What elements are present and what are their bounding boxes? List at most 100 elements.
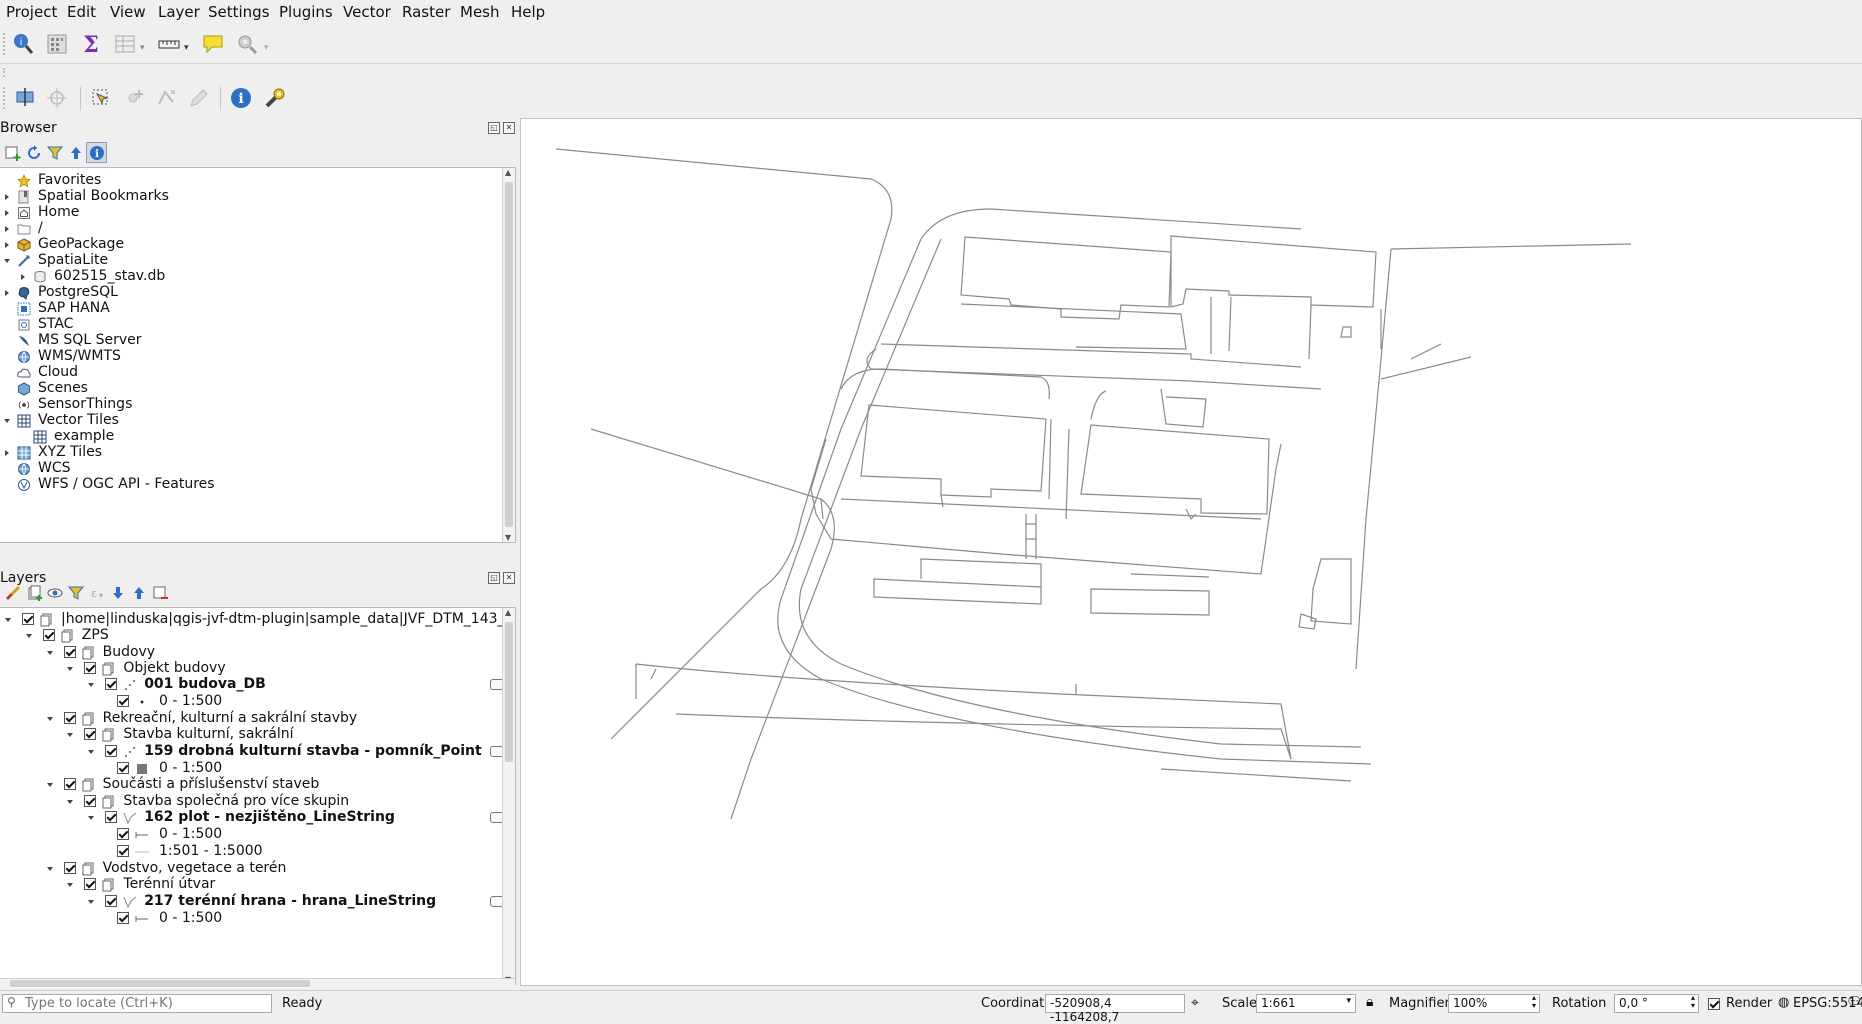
layer-tree-item[interactable]: 0 - 1:500 [0, 826, 500, 843]
menu-item-settings[interactable]: Settings [208, 3, 270, 21]
menu-item-vector[interactable]: Vector [343, 3, 391, 21]
open-attribute-table-button[interactable] [44, 31, 70, 57]
browser-item[interactable]: example [0, 428, 498, 445]
zoom-to-layer-button[interactable] [12, 85, 38, 111]
browser-item[interactable]: Favorites [0, 172, 498, 189]
modify-attributes-button[interactable] [186, 85, 212, 111]
browser-item[interactable]: STAC [0, 316, 498, 333]
layer-tree-item[interactable]: Stavba kulturní, sakrální [0, 726, 500, 743]
layer-visibility-checkbox[interactable] [63, 646, 76, 658]
manage-visibility-button[interactable] [44, 582, 65, 603]
rotation-spinbox[interactable]: 0,0 ° ▴ ▾ [1614, 994, 1699, 1013]
scrollbar-thumb[interactable] [505, 622, 513, 762]
browser-item[interactable]: Spatial Bookmarks [0, 188, 498, 205]
layer-visibility-checkbox[interactable] [63, 778, 76, 790]
expand-all-button[interactable] [107, 582, 128, 603]
chevron-right-icon[interactable] [2, 237, 12, 253]
layer-tree-item[interactable]: 0 - 1:500 [0, 693, 500, 710]
layer-visibility-checkbox[interactable] [105, 895, 118, 907]
chevron-down-icon[interactable] [86, 744, 96, 760]
add-group-button[interactable] [23, 582, 44, 603]
layer-tree-item[interactable]: Objekt budovy [0, 660, 500, 677]
collapse-all-button[interactable] [128, 582, 149, 603]
chevron-right-icon[interactable] [2, 189, 12, 205]
scroll-down-icon[interactable]: ▼ [505, 533, 511, 542]
browser-item[interactable]: WMS/WMTS [0, 348, 498, 365]
lock-icon[interactable]: 🔒︎ [1366, 994, 1373, 1010]
browser-item[interactable]: SAP HANA [0, 300, 498, 317]
remove-layer-button[interactable] [149, 582, 170, 603]
browser-item[interactable]: WCS [0, 460, 498, 477]
refresh-button[interactable] [23, 142, 44, 163]
layer-tree-item[interactable]: Rekreační, kulturní a sakrální stavby [0, 710, 500, 727]
properties-toggle-button[interactable]: i [86, 142, 107, 163]
browser-item[interactable]: XYZ Tiles [0, 444, 498, 461]
filter-browser-button[interactable] [44, 142, 65, 163]
layer-visibility-checkbox[interactable] [117, 845, 129, 857]
statistical-summary-button[interactable]: Σ [78, 31, 104, 57]
browser-item[interactable]: GeoPackage [0, 236, 498, 253]
show-map-theme-button[interactable] [234, 31, 260, 57]
vertex-tool-button[interactable] [154, 85, 180, 111]
scrollbar-thumb[interactable] [10, 980, 310, 987]
attribute-table-button[interactable] [112, 31, 138, 57]
toolbar-handle[interactable] [3, 87, 9, 109]
chevron-down-icon[interactable] [3, 612, 13, 628]
plugin-settings-button[interactable] [262, 85, 288, 111]
menu-item-help[interactable]: Help [511, 3, 545, 21]
browser-item[interactable]: MS SQL Server [0, 332, 498, 349]
filter-expression-button[interactable]: ε ▾ [86, 582, 107, 603]
chevron-right-icon[interactable] [18, 269, 28, 285]
chevron-down-icon[interactable]: ▾ [140, 43, 145, 53]
browser-item[interactable]: SensorThings [0, 396, 498, 413]
browser-item[interactable]: WFS / OGC API - Features [0, 476, 498, 493]
layer-tree-item[interactable]: Vodstvo, vegetace a terén [0, 860, 500, 877]
layer-tree-item[interactable]: |home|linduska|qgis-jvf-dtm-plugin|sampl… [0, 611, 505, 628]
chevron-down-icon[interactable] [45, 645, 55, 661]
layer-visibility-checkbox[interactable] [117, 828, 129, 840]
close-panel-icon[interactable]: ✕ [503, 572, 515, 584]
menu-item-edit[interactable]: Edit [67, 3, 96, 21]
locate-input[interactable] [25, 996, 265, 1011]
chevron-down-icon[interactable] [65, 661, 75, 677]
chevron-down-icon[interactable] [86, 810, 96, 826]
filter-legend-button[interactable] [65, 582, 86, 603]
select-features-button[interactable] [88, 85, 114, 111]
scale-combobox[interactable]: 1:661 ▾ [1256, 994, 1356, 1013]
plugin-info-button[interactable]: i [228, 85, 254, 111]
browser-item[interactable]: SpatiaLite [0, 252, 498, 269]
add-selected-layers-button[interactable] [2, 142, 23, 163]
close-panel-icon[interactable]: ✕ [503, 122, 515, 134]
layer-visibility-checkbox[interactable] [84, 662, 97, 674]
layer-tree-item[interactable]: Budovy [0, 644, 500, 661]
chevron-down-icon[interactable] [65, 877, 75, 893]
menu-item-raster[interactable]: Raster [402, 3, 450, 21]
chevron-down-icon[interactable] [2, 253, 12, 269]
identify-features-button[interactable]: i [10, 31, 36, 57]
browser-scrollbar[interactable]: ▲ ▼ [502, 168, 515, 542]
menu-item-view[interactable]: View [110, 3, 146, 21]
scroll-up-icon[interactable]: ▲ [505, 608, 511, 617]
layers-scrollbar[interactable]: ▲▼ [502, 608, 515, 984]
browser-item[interactable]: Vector Tiles [0, 412, 498, 429]
scroll-up-icon[interactable]: ▲ [505, 168, 511, 177]
layer-visibility-checkbox[interactable] [117, 912, 129, 924]
layer-visibility-checkbox[interactable] [105, 678, 118, 690]
chevron-down-icon[interactable] [65, 794, 75, 810]
browser-item[interactable]: PostgreSQL [0, 284, 498, 301]
locator-box[interactable]: ⚲ [2, 994, 272, 1013]
mouse-coordinate-toggle-icon[interactable]: ⌖ [1191, 995, 1199, 1011]
menu-item-project[interactable]: Project [6, 3, 57, 21]
style-manager-button[interactable] [2, 582, 23, 603]
toolbar-handle[interactable] [3, 33, 9, 55]
browser-item[interactable]: 602515_stav.db [0, 268, 498, 285]
layer-tree-item[interactable]: 001 budova_DB [0, 676, 504, 693]
layer-tree-item[interactable]: 1:501 - 1:5000 [0, 843, 500, 860]
layer-visibility-checkbox[interactable] [84, 878, 97, 890]
menu-item-plugins[interactable]: Plugins [279, 3, 333, 21]
chevron-down-icon[interactable] [45, 711, 55, 727]
map-canvas[interactable] [520, 118, 1862, 986]
layer-tree-item[interactable]: 0 - 1:500 [0, 760, 500, 777]
browser-item[interactable]: Scenes [0, 380, 498, 397]
layer-visibility-checkbox[interactable] [84, 728, 97, 740]
